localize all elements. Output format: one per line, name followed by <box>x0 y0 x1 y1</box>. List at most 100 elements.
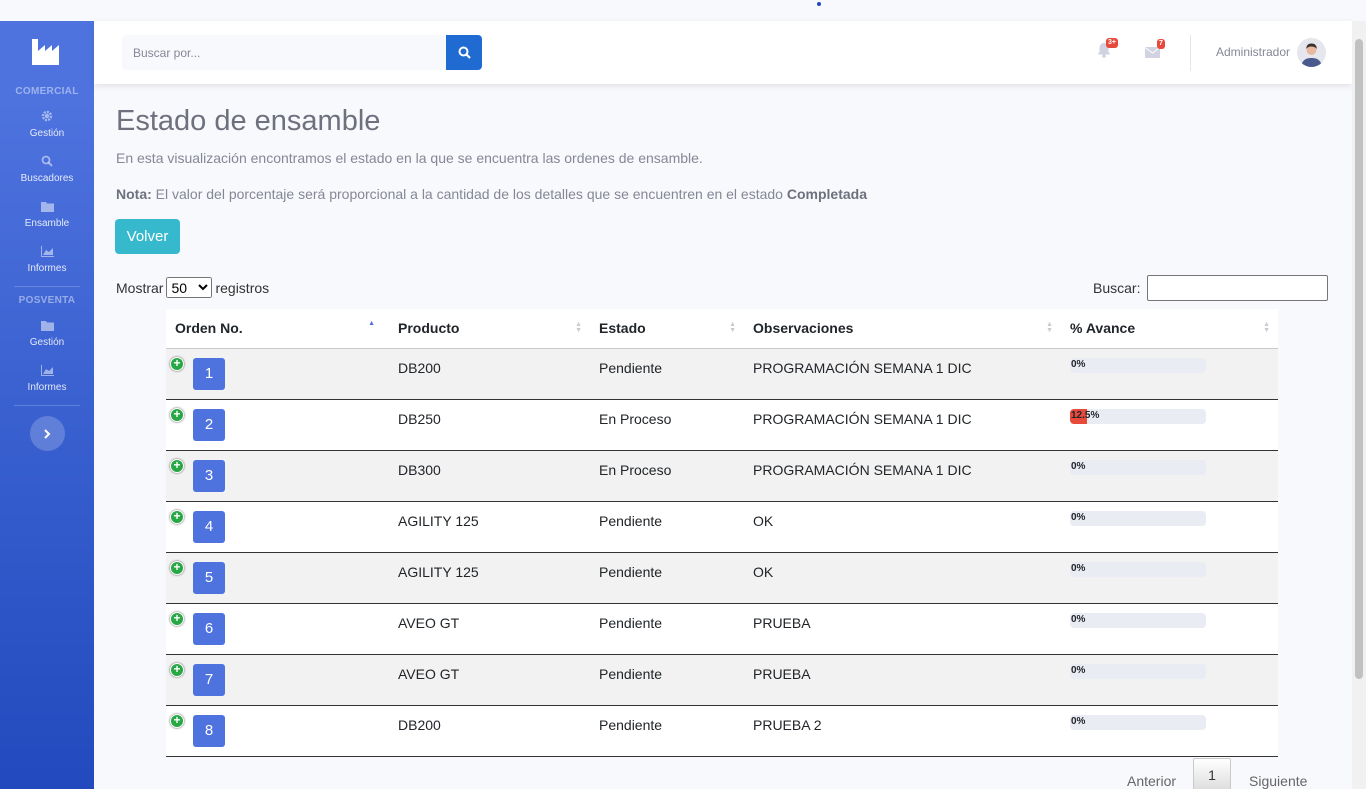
progress-bar: 0% <box>1070 357 1206 373</box>
sidebar-item-label: Gestión <box>29 337 65 348</box>
cell-observaciones: PROGRAMACIÓN SEMANA 1 DIC <box>753 410 972 427</box>
page-note: Nota: El valor del porcentaje será propo… <box>116 186 867 202</box>
user-name[interactable]: Administrador <box>1216 45 1290 59</box>
expand-row-icon[interactable]: + <box>170 458 184 473</box>
cell-estado: Pendiente <box>599 359 663 376</box>
column-header-label: Observaciones <box>753 320 854 337</box>
cell-observaciones: PRUEBA <box>753 614 811 631</box>
search-input[interactable] <box>122 35 446 70</box>
table-row: +4 AGILITY 125 Pendiente OK 0% <box>166 501 1278 552</box>
avatar[interactable] <box>1297 38 1326 67</box>
progress-bar: 0% <box>1070 663 1206 679</box>
pagination-page-current[interactable]: 1 <box>1193 758 1232 789</box>
cell-avance: 0% <box>1061 552 1278 603</box>
order-button[interactable]: 1 <box>193 357 225 390</box>
progress-label: 0% <box>1071 460 1086 472</box>
cell-avance: 0% <box>1061 348 1278 399</box>
back-button[interactable]: Volver <box>115 219 180 254</box>
cell-orden: +3 <box>166 450 389 501</box>
note-label: Nota: <box>116 186 152 202</box>
column-header-orden[interactable]: Orden No. ▲ <box>166 309 389 349</box>
cell-orden: +4 <box>166 501 389 552</box>
column-header-label: Estado <box>599 320 646 337</box>
order-button[interactable]: 4 <box>193 510 225 543</box>
sidebar-item-informes-posventa[interactable]: Informes <box>0 354 94 399</box>
brand-logo[interactable] <box>0 21 94 83</box>
order-button[interactable]: 5 <box>193 561 225 594</box>
column-header-observaciones[interactable]: Observaciones ▲ ▼ <box>744 309 1061 349</box>
cell-avance: 0% <box>1061 501 1278 552</box>
order-button[interactable]: 8 <box>193 714 225 747</box>
sidebar-item-buscadores[interactable]: Buscadores <box>0 145 94 190</box>
cell-orden: +5 <box>166 552 389 603</box>
expand-row-icon[interactable]: + <box>170 611 184 626</box>
sidebar-item-gestion-comercial[interactable]: Gestión <box>0 100 94 145</box>
expand-row-icon[interactable]: + <box>170 509 184 524</box>
scrollbar-thumb[interactable] <box>1355 39 1363 679</box>
order-button[interactable]: 7 <box>193 663 225 696</box>
table-row: +2 DB250 En Proceso PROGRAMACIÓN SEMANA … <box>166 399 1278 450</box>
pagination: Anterior 1 Siguiente <box>1127 758 1307 789</box>
column-header-label: % Avance <box>1070 320 1136 337</box>
order-button[interactable]: 6 <box>193 612 225 645</box>
expand-row-icon[interactable]: + <box>170 713 184 728</box>
sort-asc-icon: ▲ <box>368 320 375 327</box>
alerts-badge: 3+ <box>1106 38 1118 48</box>
progress-bar: 0% <box>1070 510 1206 526</box>
sidebar-item-label: Ensamble <box>24 218 70 229</box>
expand-row-icon[interactable]: + <box>170 560 184 575</box>
user-avatar-icon <box>1297 38 1326 67</box>
sidebar-item-label: Informes <box>27 263 67 274</box>
column-header-estado[interactable]: Estado ▲ ▼ <box>590 309 744 349</box>
page-title: Estado de ensamble <box>116 105 381 137</box>
table-filter-control: Buscar: <box>1093 275 1329 301</box>
cell-producto: AGILITY 125 <box>398 563 479 580</box>
sidebar-item-label: Gestión <box>29 128 65 139</box>
cell-avance: 0% <box>1061 705 1278 756</box>
entries-length-select[interactable]: 50 <box>166 277 213 298</box>
folder-icon <box>40 318 54 332</box>
chevron-right-icon <box>44 428 51 439</box>
cell-avance: 0% <box>1061 603 1278 654</box>
sort-icon: ▲ ▼ <box>1263 321 1270 334</box>
order-button[interactable]: 3 <box>193 459 225 492</box>
sort-icon: ▲ ▼ <box>729 321 736 334</box>
pagination-prev[interactable]: Anterior <box>1127 773 1176 789</box>
search-icon <box>41 154 53 168</box>
progress-bar: 0% <box>1070 714 1206 730</box>
expand-row-icon[interactable]: + <box>170 662 184 677</box>
cell-orden: +2 <box>166 399 389 450</box>
alerts-button[interactable]: 3+ <box>1097 38 1118 63</box>
gear-icon <box>41 109 53 123</box>
cell-observaciones: OK <box>753 512 774 529</box>
sidebar-item-gestion-posventa[interactable]: Gestión <box>0 309 94 354</box>
sidebar-heading-posventa: POSVENTA <box>18 295 76 306</box>
column-header-label: Producto <box>398 320 460 337</box>
messages-button[interactable]: 7 <box>1145 39 1165 63</box>
sidebar: COMERCIAL Gestión Buscadores Ensamble In… <box>0 21 94 789</box>
column-header-producto[interactable]: Producto ▲ ▼ <box>389 309 590 349</box>
sidebar-toggle-button[interactable] <box>29 416 65 451</box>
progress-label: 0% <box>1071 664 1086 676</box>
cell-avance: 12.5% <box>1061 399 1278 450</box>
page-scrollbar[interactable] <box>1352 21 1366 789</box>
search-button[interactable] <box>446 35 482 70</box>
table-row: +5 AGILITY 125 Pendiente OK 0% <box>166 552 1278 603</box>
cell-observaciones: PROGRAMACIÓN SEMANA 1 DIC <box>753 359 972 376</box>
folder-icon <box>40 199 54 213</box>
expand-row-icon[interactable]: + <box>170 407 184 422</box>
column-header-avance[interactable]: % Avance ▲ ▼ <box>1061 309 1278 349</box>
industry-icon <box>32 39 59 65</box>
sidebar-item-ensamble[interactable]: Ensamble <box>0 190 94 235</box>
pagination-next[interactable]: Siguiente <box>1249 773 1307 789</box>
cell-estado: Pendiente <box>599 614 663 631</box>
page-description: En esta visualización encontramos el est… <box>116 150 703 166</box>
table-filter-input[interactable] <box>1147 275 1329 301</box>
topbar: 3+ 7 Administrador <box>94 21 1352 84</box>
chart-area-icon <box>40 244 54 258</box>
expand-row-icon[interactable]: + <box>170 356 184 371</box>
order-button[interactable]: 2 <box>193 408 225 441</box>
sidebar-item-informes-comercial[interactable]: Informes <box>0 235 94 280</box>
cell-avance: 0% <box>1061 450 1278 501</box>
cell-observaciones: OK <box>753 563 774 580</box>
